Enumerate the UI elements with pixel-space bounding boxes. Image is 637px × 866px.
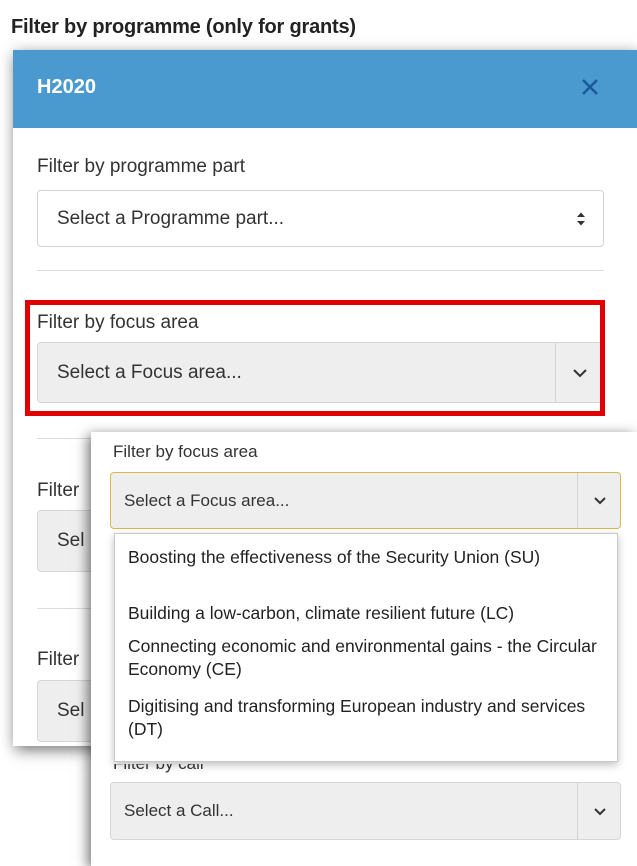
option-ce[interactable]: Connecting economic and environmental ga…: [128, 635, 610, 681]
focus-area-label: Filter by focus area: [113, 442, 258, 461]
close-icon[interactable]: [577, 74, 603, 100]
call-select[interactable]: Select a Call...: [110, 782, 621, 840]
divider: [37, 270, 604, 271]
focus-area-dropdown-overlay: Filter by focus area Select a Focus area…: [91, 432, 637, 866]
focus-area-select-open[interactable]: Select a Focus area...: [110, 472, 621, 529]
call-value: Select a Call...: [124, 801, 234, 820]
filter-select-partial-2-value: Sel: [57, 700, 85, 721]
filter-label-partial-2: Filter: [37, 649, 80, 670]
programme-part-select[interactable]: Select a Programme part...: [37, 190, 604, 247]
chevron-down-icon: [594, 808, 606, 816]
focus-area-options-list: Boosting the effectiveness of the Securi…: [114, 533, 618, 762]
option-su[interactable]: Boosting the effectiveness of the Securi…: [128, 546, 610, 569]
programme-part-label: Filter by programme part: [37, 156, 246, 177]
select-separator: [577, 473, 578, 528]
sort-arrows-icon: [577, 212, 585, 226]
filter-label-partial: Filter: [37, 480, 80, 501]
select-separator: [577, 783, 578, 839]
chevron-down-icon: [594, 497, 606, 505]
filter-select-partial-value: Sel: [57, 530, 85, 551]
programme-part-value: Select a Programme part...: [57, 207, 285, 229]
panel-header: H2020: [13, 50, 637, 128]
page-heading: Filter by programme (only for grants): [11, 16, 356, 38]
panel-title: H2020: [37, 76, 96, 98]
option-dt[interactable]: Digitising and transforming European ind…: [128, 695, 610, 741]
option-lc[interactable]: Building a low-carbon, climate resilient…: [128, 602, 610, 625]
highlight-box: [25, 300, 605, 416]
focus-area-value: Select a Focus area...: [124, 490, 290, 510]
